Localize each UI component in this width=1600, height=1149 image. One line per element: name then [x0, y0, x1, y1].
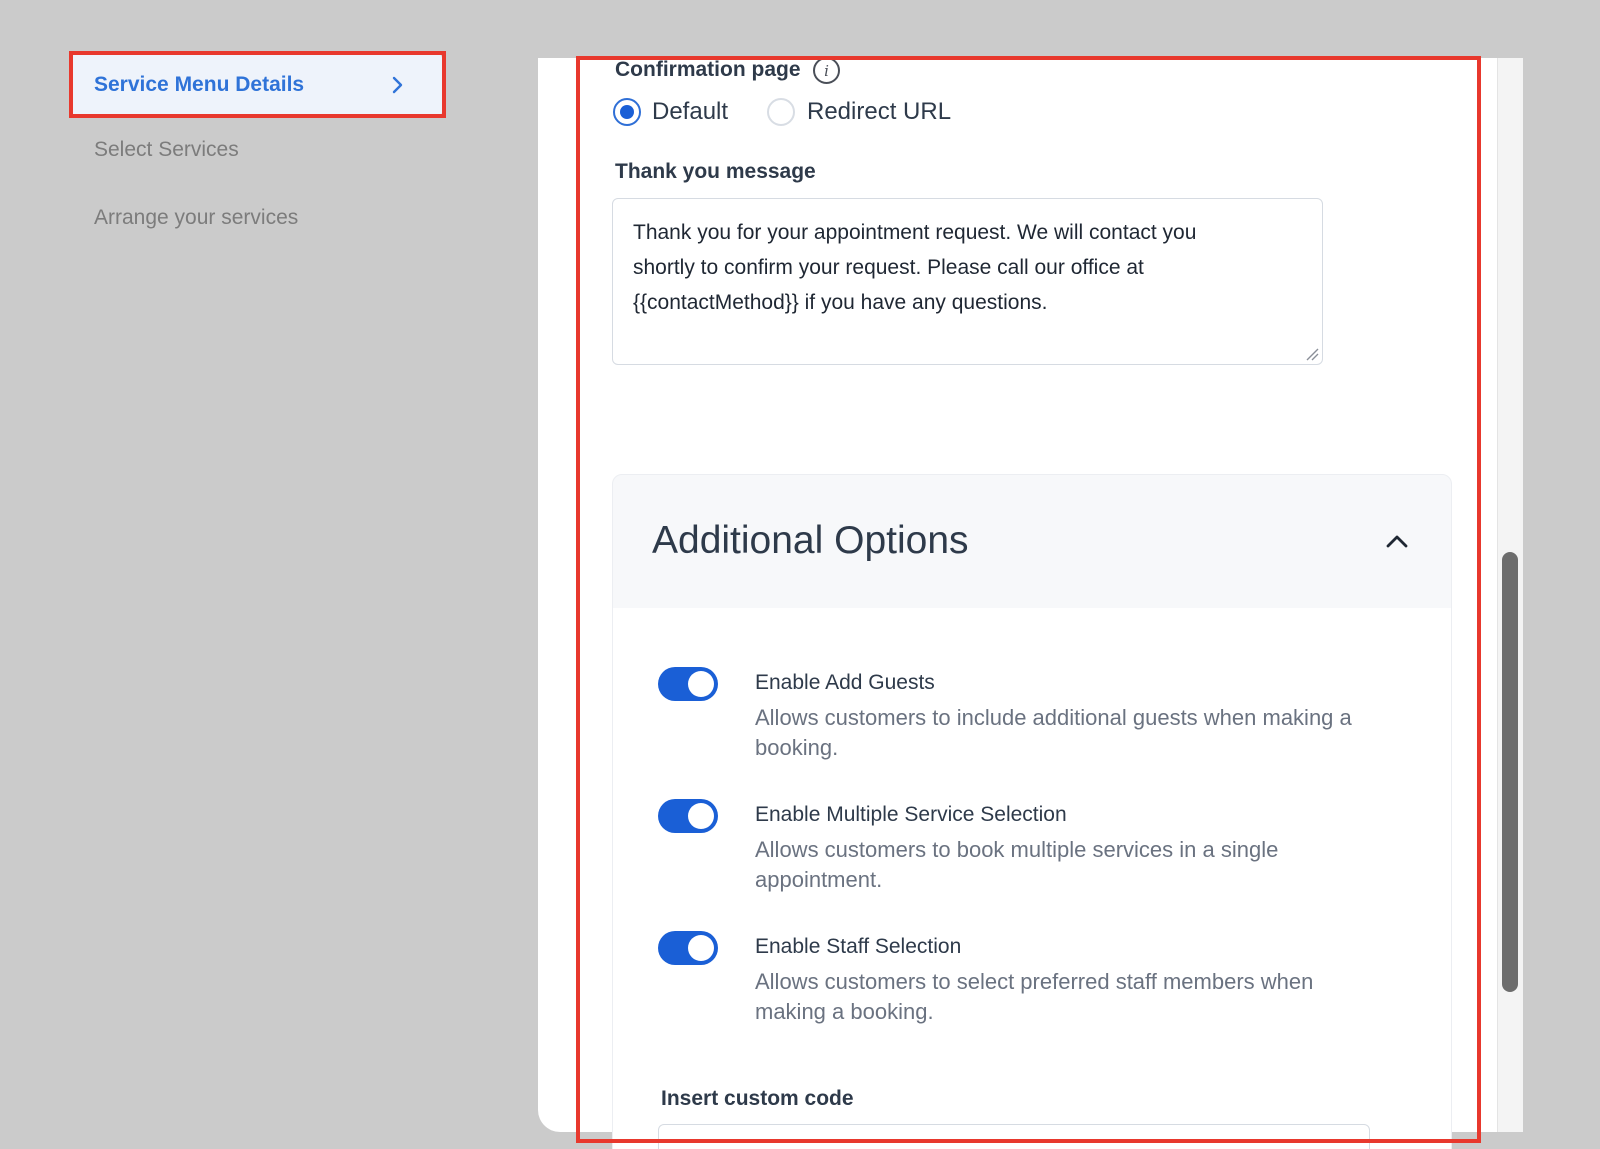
toggle-add-guests[interactable] — [658, 667, 718, 701]
textarea-line: {{contactMethod}} if you have any questi… — [633, 291, 1048, 314]
textarea-line: shortly to confirm your request. Please … — [633, 256, 1144, 279]
radio-redirect-url[interactable] — [767, 98, 795, 126]
option-title-add-guests: Enable Add Guests — [755, 671, 935, 694]
page: Service Menu Details Select Services Arr… — [0, 0, 1600, 1149]
custom-code-label: Insert custom code — [661, 1087, 854, 1110]
additional-options-title: Additional Options — [652, 519, 969, 562]
nav-item-label: Select Services — [94, 138, 239, 161]
scrollbar-thumb[interactable] — [1502, 552, 1518, 992]
thank-you-message-textarea[interactable]: Thank you for your appointment request. … — [612, 198, 1323, 365]
nav-item-label: Service Menu Details — [94, 73, 305, 96]
desc-line: Allows customers to book multiple servic… — [755, 837, 1279, 862]
textarea-line: Thank you for your appointment request. … — [633, 221, 1197, 244]
toggle-staff-selection[interactable] — [658, 931, 718, 965]
info-icon[interactable]: i — [813, 57, 840, 84]
radio-default-label[interactable]: Default — [652, 98, 728, 126]
desc-line: appointment. — [755, 867, 883, 892]
option-title-staff-selection: Enable Staff Selection — [755, 935, 962, 958]
nav-item-label: Arrange your services — [94, 206, 299, 229]
toggle-multiple-service-selection[interactable] — [658, 799, 718, 833]
custom-code-field[interactable] — [658, 1124, 1370, 1149]
thank-you-message-label: Thank you message — [615, 160, 816, 183]
desc-line: booking. — [755, 735, 839, 760]
nav-item-select-services[interactable]: Select Services — [72, 119, 442, 181]
radio-redirect-url-label[interactable]: Redirect URL — [807, 98, 951, 126]
radio-default[interactable] — [613, 98, 641, 126]
confirmation-page-label: Confirmation page — [615, 58, 801, 81]
chevron-right-icon — [392, 76, 403, 94]
option-title-multiple-service: Enable Multiple Service Selection — [755, 803, 1067, 826]
desc-line: Allows customers to select preferred sta… — [755, 969, 1314, 994]
nav-item-arrange-services[interactable]: Arrange your services — [72, 187, 442, 249]
option-desc-staff-selection: Allows customers to select preferred sta… — [755, 967, 1415, 1027]
option-desc-multiple-service: Allows customers to book multiple servic… — [755, 835, 1415, 895]
option-desc-add-guests: Allows customers to include additional g… — [755, 703, 1415, 763]
desc-line: Allows customers to include additional g… — [755, 705, 1352, 730]
chevron-up-icon[interactable] — [1383, 527, 1411, 555]
resize-grip-icon[interactable] — [1305, 347, 1319, 361]
desc-line: making a booking. — [755, 999, 934, 1024]
additional-options-header[interactable]: Additional Options — [612, 474, 1452, 609]
nav-item-service-menu-details[interactable]: Service Menu Details — [72, 54, 442, 116]
